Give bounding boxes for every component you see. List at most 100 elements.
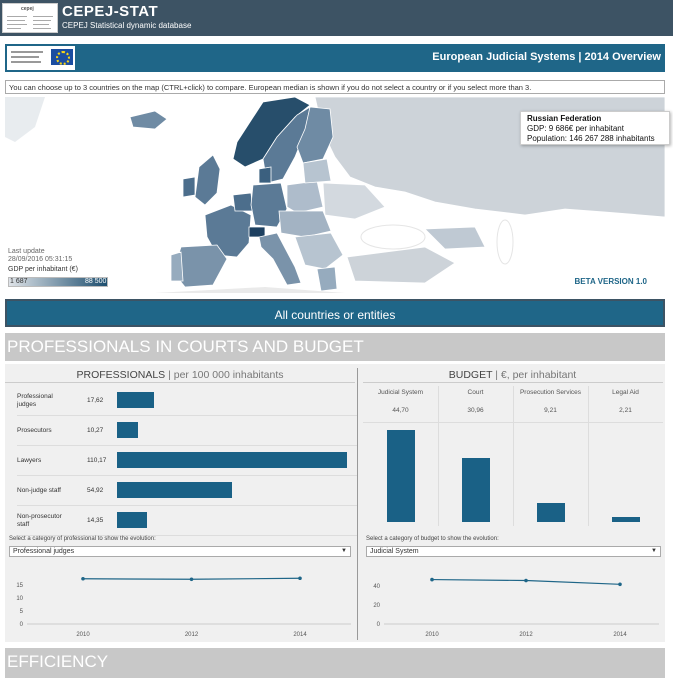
budget-title: BUDGET | €, per inhabitant (448, 369, 577, 381)
data-point[interactable] (189, 577, 194, 582)
data-point[interactable] (430, 577, 434, 582)
budget-header-divider (363, 422, 663, 423)
council-of-europe-logo (7, 46, 75, 70)
chevron-down-icon: ▼ (341, 548, 347, 554)
budget-bar[interactable] (386, 430, 415, 522)
data-point[interactable] (81, 576, 85, 581)
professional-bar[interactable] (117, 422, 139, 438)
x-tick-label: 2010 (425, 632, 439, 638)
section-professionals-budget: PROFESSIONALS IN COURTS AND BUDGET (5, 333, 665, 361)
instructions-text: You can choose up to 3 countries on the … (5, 80, 665, 94)
data-point[interactable] (524, 578, 528, 583)
professional-row[interactable]: Lawyers 110,17 (17, 446, 357, 476)
region-denmark (258, 166, 272, 184)
y-tick-label: 0 (377, 622, 381, 628)
region-poland (286, 180, 324, 214)
budget-bar[interactable] (536, 503, 565, 522)
professional-value: 54,92 (87, 487, 104, 494)
x-tick-label: 2010 (76, 632, 90, 638)
region-turkey (346, 246, 456, 284)
budget-value: 9,21 (544, 407, 557, 414)
professional-row[interactable]: Professional judges 17,62 (17, 386, 357, 416)
professional-bar[interactable] (117, 482, 232, 498)
app-subtitle: CEPEJ Statistical dynamic database (62, 21, 192, 30)
all-countries-button[interactable]: All countries or entities (5, 299, 665, 327)
professionals-evolution-chart: 0 5 10 15 2010 2012 2014 (16, 576, 351, 638)
x-tick-label: 2014 (613, 632, 627, 638)
budget-category-label: Prosecution Services (519, 389, 582, 396)
legend-min: 1 687 (10, 278, 28, 285)
professional-select-hint: Select a category of professional to sho… (9, 536, 156, 542)
budget-category-label: Legal Aid (612, 389, 639, 396)
professional-value: 17,62 (87, 397, 104, 404)
eu-flag-icon (51, 49, 73, 65)
region-ireland (182, 176, 196, 198)
professional-row[interactable]: Prosecutors 10,27 (17, 416, 357, 446)
column-divider (588, 386, 589, 526)
y-tick-label: 5 (20, 609, 24, 615)
chevron-down-icon: ▼ (651, 548, 657, 554)
tooltip-country: Russian Federation (527, 114, 602, 123)
budget-bar[interactable] (461, 458, 490, 522)
map-tooltip: Russian Federation GDP: 9 686€ per inhab… (520, 111, 670, 145)
y-tick-label: 40 (373, 584, 380, 590)
tooltip-gdp: GDP: 9 686€ per inhabitant (527, 124, 624, 133)
professional-label: Non-judge staff (17, 486, 61, 494)
budget-category-select[interactable]: Judicial System ▼ (366, 546, 661, 557)
top-banner: cepej CEPEJ-STAT CEPEJ Statistical dynam… (0, 0, 673, 36)
x-tick-label: 2012 (519, 632, 533, 638)
region-italy (258, 232, 302, 286)
professionals-budget-panel: PROFESSIONALS | per 100 000 inhabitants … (5, 364, 665, 642)
professional-label: Prosecutors (17, 426, 52, 434)
professional-bar[interactable] (117, 512, 147, 528)
app-title: CEPEJ-STAT (62, 3, 159, 20)
y-tick-label: 0 (20, 622, 24, 628)
region-balkans (294, 232, 344, 270)
x-tick-label: 2014 (293, 632, 307, 638)
professionals-title: PROFESSIONALS | per 100 000 inhabitants (76, 369, 284, 381)
professional-bar[interactable] (117, 392, 154, 408)
section-efficiency: EFFICIENCY (5, 648, 665, 678)
dashboard-title: European Judicial Systems | 2014 Overvie… (432, 51, 661, 63)
professional-bar[interactable] (117, 452, 347, 468)
professional-label: Lawyers (17, 456, 42, 464)
panel-divider (357, 368, 358, 640)
budget-evolution-chart: 0 20 40 2010 2012 2014 (373, 577, 659, 638)
region-switzerland (248, 226, 266, 238)
budget-category-label: Court (467, 389, 484, 396)
last-update-text: Last update 28/09/2016 05:31:15 (8, 248, 73, 263)
region-greece (316, 266, 338, 292)
region-caucasus (424, 226, 486, 250)
y-tick-label: 10 (16, 596, 23, 602)
legend-max: 88 500 (85, 278, 107, 285)
professional-label: Non-prosecutor staff (17, 512, 62, 528)
tooltip-population: Population: 146 267 288 inhabitants (527, 134, 655, 143)
budget-value: 44,70 (392, 407, 409, 414)
professional-value: 110,17 (87, 457, 107, 464)
professional-row[interactable]: Non-prosecutor staff 14,35 (17, 506, 357, 536)
professional-label: Professional judges (17, 392, 53, 408)
region-uk (194, 154, 221, 206)
region-baltics (302, 158, 332, 184)
region-portugal (170, 251, 184, 282)
region-iceland (129, 110, 168, 130)
professional-row[interactable]: Non-judge staff 54,92 (17, 476, 357, 506)
legend-label: GDP per inhabitant (€) (8, 266, 78, 273)
y-tick-label: 15 (16, 583, 23, 589)
budget-value: 2,21 (619, 407, 632, 414)
beta-version-label: BETA VERSION 1.0 (574, 277, 647, 286)
region-benelux (232, 192, 254, 212)
budget-value: 30,96 (467, 407, 484, 414)
y-tick-label: 20 (373, 603, 380, 609)
budget-select-hint: Select a category of budget to show the … (366, 536, 499, 542)
column-divider (513, 386, 514, 526)
data-point[interactable] (298, 576, 302, 581)
professional-value: 14,35 (87, 517, 104, 524)
cepej-logo: cepej (2, 3, 58, 33)
column-divider (438, 386, 439, 526)
dashboard-header: European Judicial Systems | 2014 Overvie… (5, 44, 665, 72)
professional-category-select[interactable]: Professional judges ▼ (9, 546, 351, 557)
budget-bar[interactable] (611, 517, 640, 522)
region-central (278, 210, 332, 238)
data-point[interactable] (618, 582, 622, 587)
